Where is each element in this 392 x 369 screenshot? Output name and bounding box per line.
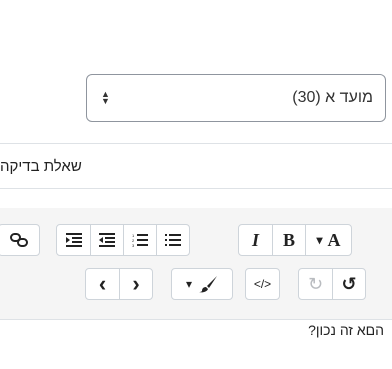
exam-select-value: מועד א (30) (292, 89, 373, 106)
link-group (0, 224, 40, 256)
question-name-value: שאלת בדיקה (0, 157, 82, 175)
chevron-left-icon: ‹ (98, 271, 107, 296)
editor-toolbar: 1 2 3 I B ▾ A ‹ › ▾ </> ↻ ↺ (0, 208, 392, 320)
prev-button[interactable]: ‹ (86, 269, 119, 299)
svg-text:3: 3 (132, 243, 135, 247)
unordered-list-button[interactable] (156, 225, 189, 255)
ordered-list-button[interactable]: 1 2 3 (123, 225, 156, 255)
nav-group: ‹ › (85, 268, 153, 300)
paint-brush-icon (199, 276, 218, 293)
exam-select[interactable]: ▲ ▼ מועד א (30) (86, 74, 386, 122)
brush-caret-icon: ▾ (185, 277, 193, 291)
format-group: I B ▾ A (238, 224, 352, 256)
redo-icon: ↻ (307, 273, 324, 294)
next-button[interactable]: › (119, 269, 152, 299)
style-group: ▾ (171, 268, 233, 300)
paint-brush-button[interactable]: ▾ (172, 269, 232, 299)
italic-button[interactable]: I (239, 225, 272, 255)
undo-icon: ↺ (341, 273, 357, 294)
question-name-field[interactable]: שאלת בדיקה (0, 143, 392, 189)
outdent-icon (99, 233, 115, 247)
html-group: </> (245, 268, 280, 300)
list-indent-group: 1 2 3 (56, 224, 190, 256)
outdent-button[interactable] (90, 225, 123, 255)
html-button[interactable]: </> (246, 269, 279, 299)
link-button[interactable] (0, 225, 39, 255)
bold-button[interactable]: B (272, 225, 305, 255)
code-icon: </> (253, 277, 272, 291)
ordered-list-icon: 1 2 3 (132, 233, 148, 247)
editor-content[interactable]: הםא זה נכון? (0, 322, 392, 338)
font-style-button[interactable]: ▾ A (305, 225, 351, 255)
undo-button[interactable]: ↺ (332, 269, 365, 299)
unordered-list-icon (165, 234, 181, 246)
indent-button[interactable] (57, 225, 90, 255)
chevron-right-icon: › (132, 271, 140, 296)
select-caret-icon: ▲ ▼ (101, 89, 110, 106)
link-icon (10, 233, 28, 247)
history-group: ↻ ↺ (298, 268, 366, 300)
font-caret-icon: ▾ (316, 232, 323, 247)
indent-icon (65, 233, 82, 247)
redo-button[interactable]: ↻ (299, 269, 332, 299)
